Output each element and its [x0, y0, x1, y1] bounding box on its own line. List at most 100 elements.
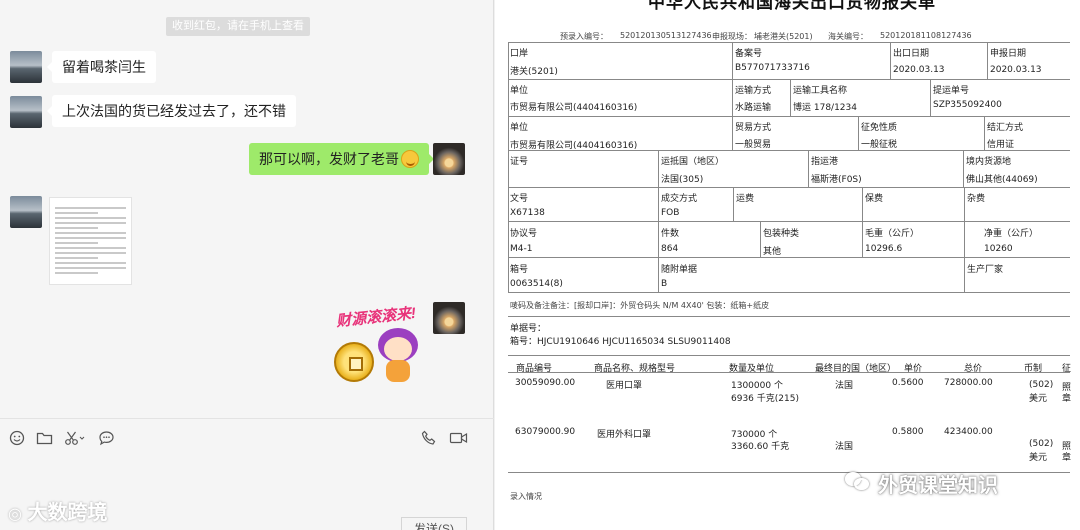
wechat-logo-icon: [845, 470, 871, 492]
declare-date-label: 申报日期: [990, 49, 1027, 59]
tax-label: 征免性质: [861, 123, 898, 133]
item-price: 0.5600: [892, 378, 924, 388]
contact-avatar[interactable]: [10, 96, 42, 128]
net-weight-value: 10260: [984, 244, 1013, 254]
gross-weight-value: 10296.6: [865, 244, 903, 254]
col-header-currency: 币制: [1024, 364, 1043, 374]
settle-value: 信用证: [987, 140, 1015, 150]
emoji-icon[interactable]: [9, 430, 25, 446]
origin-label: 境内货源地: [966, 157, 1012, 167]
self-avatar[interactable]: [433, 143, 465, 175]
item-name: 医用外科口罩: [597, 430, 652, 440]
pack-value: 其他: [763, 247, 782, 257]
item-qty: 1300000 个: [731, 381, 783, 391]
screenshot: 收到红包，请在手机上查看 留着喝茶闫生 上次法国的货已经发过去了，还不错 那可以…: [0, 0, 1080, 530]
doc-value: X67138: [510, 208, 545, 218]
contract-value: M4-1: [510, 244, 533, 254]
video-icon[interactable]: [449, 430, 469, 446]
item-weight: 6936 千克(215): [731, 394, 799, 404]
phone-icon[interactable]: [421, 430, 437, 446]
box-label: 箱号: [510, 265, 529, 275]
item-name: 医用口罩: [606, 381, 643, 391]
item-code: 30059090.00: [515, 378, 576, 388]
settle-label: 结汇方式: [987, 123, 1024, 133]
declare-date-value: 2020.03.13: [990, 65, 1042, 75]
doc-label: 文号: [510, 194, 529, 204]
col-header-country: 最终目的国（地区）: [815, 364, 897, 374]
item-price: 0.5800: [892, 427, 924, 437]
declare-site-label: 申报现场：: [712, 32, 752, 41]
sticker-text: 财源滚滚来!: [335, 304, 417, 331]
source-watermark: ◎ 大数跨境: [8, 502, 108, 524]
insurance-label: 保费: [865, 194, 884, 204]
scissors-icon[interactable]: [64, 430, 86, 446]
coin-icon: [334, 342, 374, 382]
port-value: 港关(5201): [510, 67, 558, 77]
cartoon-girl-icon: [376, 328, 420, 384]
message-text: 那可以啊，发财了老哥: [259, 151, 399, 167]
consignor-label: 单位: [510, 86, 529, 96]
transport-label: 运输方式: [735, 86, 772, 96]
item-currency-code: (502): [1029, 439, 1054, 449]
chat-bubble-icon[interactable]: [98, 430, 115, 446]
contact-avatar[interactable]: [10, 51, 42, 83]
maker-label: 生产厂家: [967, 265, 1004, 275]
col-header-tax: 征: [1062, 364, 1072, 374]
attach-value: B: [661, 279, 668, 289]
export-date-value: 2020.03.13: [893, 65, 945, 75]
item-currency: 美元: [1029, 453, 1048, 463]
item-currency: 美元: [1029, 394, 1048, 404]
account-watermark: 外贸课堂知识: [878, 475, 998, 497]
country-label: 运抵国（地区）: [661, 157, 725, 167]
item-total: 423400.00: [944, 427, 993, 437]
dest-port-value: 福斯港(F0S): [811, 175, 862, 185]
item-country: 法国: [835, 381, 854, 391]
country-value: 法国(305): [661, 175, 704, 185]
item-tax-note: 章: [1062, 394, 1072, 404]
bill-label: 提运单号: [933, 86, 970, 96]
producer-label: 单位: [510, 123, 529, 133]
input-divider: [0, 418, 494, 419]
image-message-thumbnail[interactable]: [49, 197, 132, 285]
bill-no-label: 单据号：: [510, 324, 547, 334]
marks-remarks: 唛码及备注备注：[报却口岸]：外贸仓码头 N/M 4X40' 包装：纸箱+纸皮: [510, 301, 770, 310]
attach-label: 随附单据: [661, 265, 698, 275]
box-value: 0063514(8): [510, 279, 563, 289]
pre-entry-label: 预录入编号：: [560, 32, 608, 41]
export-date-label: 出口日期: [893, 49, 930, 59]
smile-emoji-icon: [401, 150, 419, 168]
gross-weight-label: 毛重（公斤）: [865, 229, 920, 239]
message-bubble-incoming[interactable]: 上次法国的货已经发过去了，还不错: [47, 95, 296, 127]
message-bubble-outgoing[interactable]: 那可以啊，发财了老哥: [249, 143, 434, 175]
record-label: 备案号: [735, 49, 763, 59]
pieces-label: 件数: [661, 229, 680, 239]
dest-port-label: 指运港: [811, 157, 839, 167]
pieces-value: 864: [661, 244, 679, 254]
sticker-message[interactable]: 财源滚滚来!: [330, 305, 430, 392]
customs-no-value: 520120181108127436: [880, 31, 972, 40]
item-tax-note: 章: [1062, 453, 1072, 463]
send-button[interactable]: 发送(S): [401, 517, 467, 530]
contact-avatar[interactable]: [10, 196, 42, 228]
tax-value: 一般征税: [861, 140, 898, 150]
declare-site-value: 埔老港关(5201): [754, 32, 813, 41]
origin-value: 佛山其他(44069): [966, 175, 1038, 185]
system-notice: 收到红包，请在手机上查看: [166, 17, 310, 36]
item-weight: 3360.60 千克: [731, 442, 790, 452]
producer-value: 市贸易有限公司(4404160316): [510, 141, 638, 151]
trade-label: 贸易方式: [735, 123, 772, 133]
vehicle-value: 博运 178/1234: [793, 103, 857, 113]
col-header-total: 总价: [964, 364, 983, 374]
misc-label: 杂费: [967, 194, 986, 204]
watermark-logo-icon: ◎: [8, 506, 22, 523]
self-avatar[interactable]: [433, 302, 465, 334]
message-bubble-incoming[interactable]: 留着喝茶闫生: [47, 51, 156, 83]
deal-label: 成交方式: [661, 194, 698, 204]
consignor-value: 市贸易有限公司(4404160316): [510, 103, 638, 113]
folder-icon[interactable]: [36, 430, 53, 446]
net-weight-label: 净重（公斤）: [984, 229, 1039, 239]
col-header-name: 商品名称、规格型号: [594, 364, 676, 374]
freight-label: 运费: [736, 194, 755, 204]
record-value: B577071733716: [735, 63, 810, 73]
port-label: 口岸: [510, 49, 529, 59]
